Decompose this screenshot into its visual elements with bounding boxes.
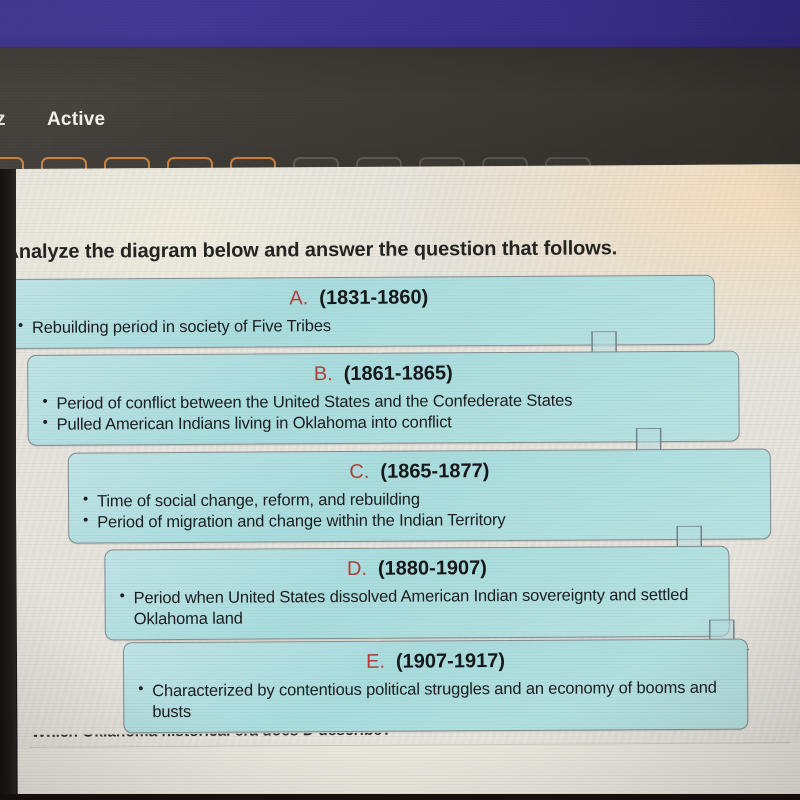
list-item: Characterized by contentious political s… xyxy=(136,678,735,723)
node-d-bullets: Period when United States dissolved Amer… xyxy=(118,585,717,630)
node-d-years: (1880-1907) xyxy=(377,557,487,580)
quiz-status-label: Active xyxy=(47,109,106,130)
diagram-node-d: D. (1880-1907) Period when United States … xyxy=(104,545,730,641)
node-d-title: D. (1880-1907) xyxy=(117,556,716,583)
screenshot-root: z Active 2 3 4 5 6 7 8 9 10 Analyze the … xyxy=(0,0,800,800)
quiz-page: Analyze the diagram below and answer the… xyxy=(2,164,800,800)
node-e-title: E. (1907-1917) xyxy=(136,649,735,676)
quiz-header-bar: z Active 2 3 4 5 6 7 8 9 10 xyxy=(0,47,800,205)
node-a-years: (1831-1860) xyxy=(319,286,429,310)
cascading-diagram: A.(1831-1860) Rebuilding period in socie… xyxy=(2,274,800,733)
node-a-letter: A. xyxy=(289,287,309,310)
node-c-years: (1865-1877) xyxy=(380,460,490,483)
node-e-bullets: Characterized by contentious political s… xyxy=(136,678,735,723)
node-e-years: (1907-1917) xyxy=(395,650,506,673)
node-a-title: A. (1831-1860) xyxy=(16,285,702,312)
quiz-footer: Mark this and return Save and Exit Next xyxy=(17,743,800,800)
list-item: Period when United States dissolved Amer… xyxy=(118,585,717,630)
quiz-title-partial: z xyxy=(0,109,6,130)
page-prompt: Analyze the diagram below and answer the… xyxy=(4,237,618,264)
node-d-letter: D. xyxy=(346,557,368,580)
node-e-letter: E. xyxy=(366,650,386,673)
node-c-title: C. (1865-1877) xyxy=(81,458,758,485)
node-b-title: B. (1861-1865) xyxy=(40,361,726,388)
node-c-letter: C. xyxy=(349,460,370,483)
node-b-years: (1861-1865) xyxy=(343,362,453,385)
photo-bottom-edge xyxy=(0,794,800,800)
photo-left-edge xyxy=(0,169,16,800)
browser-purple-band xyxy=(0,0,800,47)
node-b-letter: B. xyxy=(313,363,333,386)
diagram-node-e: E. (1907-1917) Characterized by contentio… xyxy=(122,638,749,733)
